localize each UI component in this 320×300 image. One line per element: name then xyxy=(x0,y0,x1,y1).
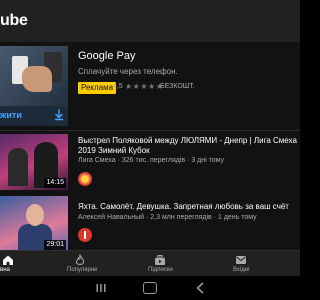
rating-stars-icon: ★★★★★ xyxy=(125,82,164,91)
thumbnail-figure xyxy=(8,148,28,186)
home-button-icon[interactable] xyxy=(143,282,157,294)
video-item[interactable]: 29:01 Яхта. Самолёт. Девушка. Запретная … xyxy=(0,196,300,258)
video-meta: Лига Смеха · 326 тис. переглядів · 3 дні… xyxy=(78,157,225,164)
hand-illustration xyxy=(22,66,52,92)
ad-badge: Реклама xyxy=(78,82,117,94)
ad-title[interactable]: Google Pay xyxy=(78,50,135,62)
nav-trending[interactable]: Популярне xyxy=(60,251,100,277)
ad-price: БЕЗКОШТ. xyxy=(160,83,195,90)
video-meta: Алексей Навальный · 2,3 млн переглядів ·… xyxy=(78,214,257,221)
ad-rating-value: 4,5 xyxy=(113,83,123,90)
ad-card[interactable]: жити Google Pay Сплачуйте через телефон.… xyxy=(0,46,300,128)
nav-home-label: вна xyxy=(0,267,10,273)
channel-avatar[interactable] xyxy=(78,172,92,186)
nav-home[interactable]: вна xyxy=(0,251,50,277)
back-icon[interactable] xyxy=(194,282,206,294)
video-duration: 14:15 xyxy=(44,178,66,188)
avatar-mark xyxy=(84,231,86,239)
channel-avatar[interactable] xyxy=(78,228,92,242)
video-item[interactable]: 14:15 Выстрел Поляковой между ЛЮЛЯМИ - Д… xyxy=(0,134,300,196)
download-icon xyxy=(54,109,64,121)
flame-icon xyxy=(75,254,85,265)
nav-subscriptions-label: Підписки xyxy=(148,267,173,273)
video-title[interactable]: Яхта. Самолёт. Девушка. Запретная любовь… xyxy=(78,202,298,212)
thumbnail-face xyxy=(26,204,44,226)
video-thumbnail[interactable]: 14:15 xyxy=(0,134,68,190)
recents-icon[interactable] xyxy=(95,282,107,294)
nav-trending-label: Популярне xyxy=(67,267,98,273)
top-app-bar: ube xyxy=(0,0,300,42)
nav-inbox-label: Вхідні xyxy=(233,267,250,273)
ad-subtitle: Сплачуйте через телефон. xyxy=(78,67,178,76)
system-navigation-bar xyxy=(0,276,300,300)
youtube-app: ube жити Google Pay Сплачуйте через теле… xyxy=(0,0,300,300)
ad-install-label: жити xyxy=(0,110,22,120)
divider xyxy=(0,130,300,131)
ad-install-button[interactable]: жити xyxy=(0,106,68,126)
youtube-logo-text[interactable]: ube xyxy=(0,12,28,30)
video-title[interactable]: Выстрел Поляковой между ЛЮЛЯМИ - Днепр |… xyxy=(78,136,298,156)
home-icon xyxy=(3,255,13,265)
ad-thumbnail[interactable] xyxy=(0,46,68,106)
nav-inbox[interactable]: Вхідні xyxy=(225,251,265,277)
subscriptions-icon xyxy=(155,255,165,265)
inbox-icon xyxy=(236,256,246,264)
video-duration: 29:01 xyxy=(44,240,66,250)
bottom-navigation: вна Популярне Підписки Вхідні xyxy=(0,250,300,276)
nav-subscriptions[interactable]: Підписки xyxy=(140,251,180,277)
video-thumbnail[interactable]: 29:01 xyxy=(0,196,68,252)
